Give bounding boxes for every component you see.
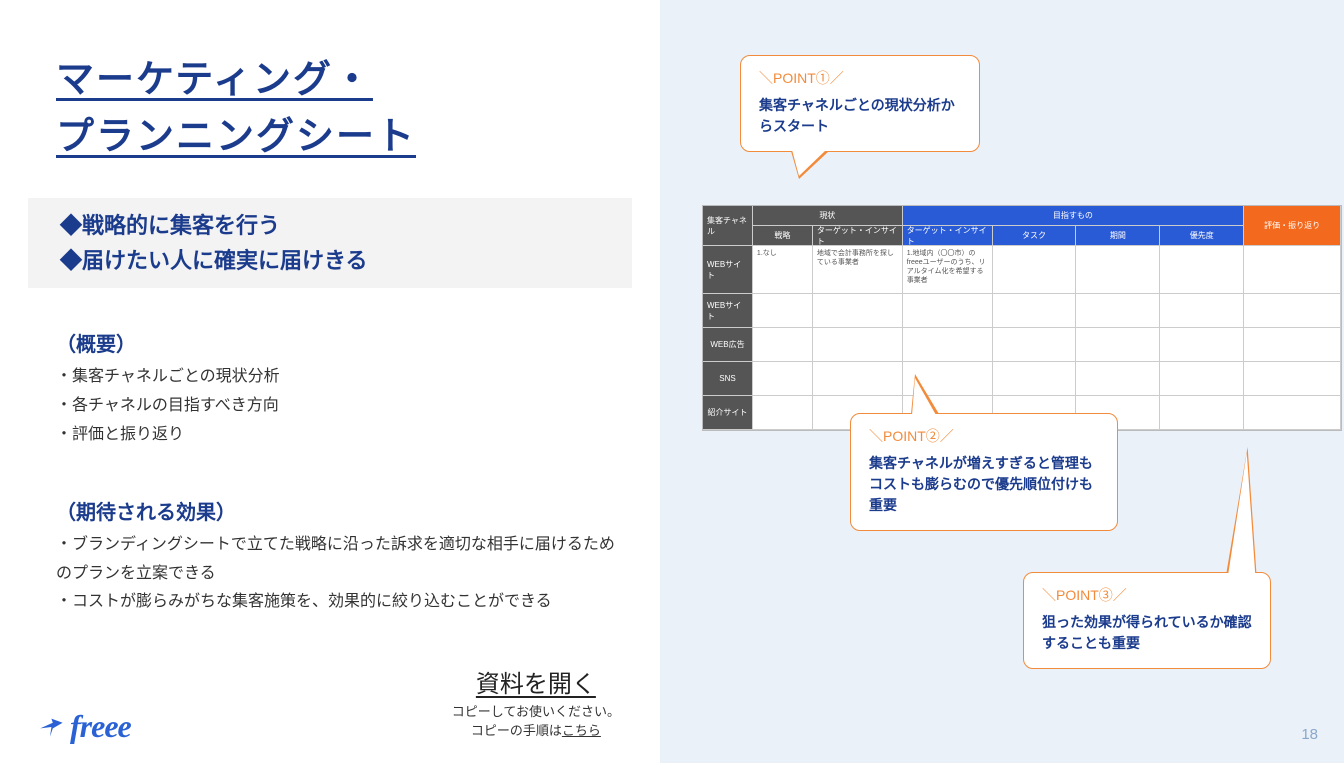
callout-body: 集客チャネルごとの現状分析からスタート [759,95,961,137]
title-line: プランニングシート [56,116,416,158]
sheet-subheader: タスク [993,226,1077,246]
callout-point-1: ＼POINT①／ 集客チャネルごとの現状分析からスタート [740,55,980,152]
sheet-subheader: ターゲット・インサイト [903,226,993,246]
title-line: マーケティング・ [56,59,373,101]
list-item: ・各チャネルの目指すべき方向 [56,392,624,421]
sheet-row-label: WEBサイト [703,246,753,294]
bird-icon [36,713,64,741]
right-illustration-panel: 集客チャネル 現状 目指すもの 評価・振り返り 戦略 ターゲット・インサイト タ… [660,0,1344,763]
sheet-row-label: WEBサイト [703,294,753,328]
callout-point-2: ＼POINT②／ 集客チャネルが増えすぎると管理もコストも膨らむので優先順位付け… [850,413,1118,531]
cta-note-text: コピーの手順は [471,723,562,738]
callout-label: ＼POINT②／ [869,426,1099,447]
sheet-subheader: ターゲット・インサイト [813,226,903,246]
overview-section: （概要） ・集客チャネルごとの現状分析 ・各チャネルの目指すべき方向 ・評価と振… [56,328,624,449]
cta-note: コピーしてお使いください。 コピーの手順はこちら [452,701,620,739]
strategy-line: ◆戦略的に集客を行う [32,208,628,243]
sheet-header: 目指すもの [903,206,1244,226]
sheet-cell [1076,246,1160,294]
page-title: マーケティング・ プランニングシート [56,52,624,166]
sheet-cell: 1.地域内（〇〇市）のfreeeユーザーのうち、リアルタイム化を希望する事業者 [903,246,993,294]
sheet-subheader: 戦略 [753,226,813,246]
strategy-line: ◆届けたい人に確実に届けきる [32,243,628,278]
cta-note-text: コピーしてお使いください。 [452,704,620,719]
sheet-cell [1160,246,1244,294]
sheet-cell: 地域で会計事務所を探している事業者 [813,246,903,294]
logo-text: freee [70,708,131,745]
list-item: ・コストが膨らみがちな集客施策を、効果的に絞り込むことができる [56,588,624,617]
effects-list: ・ブランディングシートで立てた戦略に沿った訴求を適切な相手に届けるためのプランを… [56,531,624,617]
planning-sheet-preview: 集客チャネル 現状 目指すもの 評価・振り返り 戦略 ターゲット・インサイト タ… [702,205,1342,431]
effects-heading: （期待される効果） [56,496,624,525]
list-item: ・集客チャネルごとの現状分析 [56,363,624,392]
list-item: ・ブランディングシートで立てた戦略に沿った訴求を適切な相手に届けるためのプランを… [56,531,624,589]
sheet-row-label: 紹介サイト [703,396,753,430]
sheet-cell [1244,246,1341,294]
left-content-panel: マーケティング・ プランニングシート ◆戦略的に集客を行う ◆届けたい人に確実に… [0,0,660,763]
overview-heading: （概要） [56,328,624,357]
cta-block: 資料を開く コピーしてお使いください。 コピーの手順はこちら [452,664,620,739]
callout-label: ＼POINT③／ [1042,585,1252,606]
sheet-cell: 1.なし [753,246,813,294]
open-document-link[interactable]: 資料を開く [452,664,620,699]
sheet-subheader: 期間 [1076,226,1160,246]
strategy-box: ◆戦略的に集客を行う ◆届けたい人に確実に届けきる [28,198,632,288]
page-number: 18 [1301,726,1318,743]
list-item: ・評価と振り返り [56,421,624,450]
effects-section: （期待される効果） ・ブランディングシートで立てた戦略に沿った訴求を適切な相手に… [56,496,624,617]
logo: freee [36,708,131,745]
callout-body: 集客チャネルが増えすぎると管理もコストも膨らむので優先順位付けも重要 [869,453,1099,516]
sheet-cell [993,246,1077,294]
sheet-row-label: WEB広告 [703,328,753,362]
sheet-row-label: SNS [703,362,753,396]
callout-body: 狙った効果が得られているか確認することも重要 [1042,612,1252,654]
sheet-subheader: 優先度 [1160,226,1244,246]
callout-label: ＼POINT①／ [759,68,961,89]
sheet-header: 現状 [753,206,903,226]
callout-point-3: ＼POINT③／ 狙った効果が得られているか確認することも重要 [1023,572,1271,669]
overview-list: ・集客チャネルごとの現状分析 ・各チャネルの目指すべき方向 ・評価と振り返り [56,363,624,449]
copy-steps-link[interactable]: こちら [562,723,601,738]
